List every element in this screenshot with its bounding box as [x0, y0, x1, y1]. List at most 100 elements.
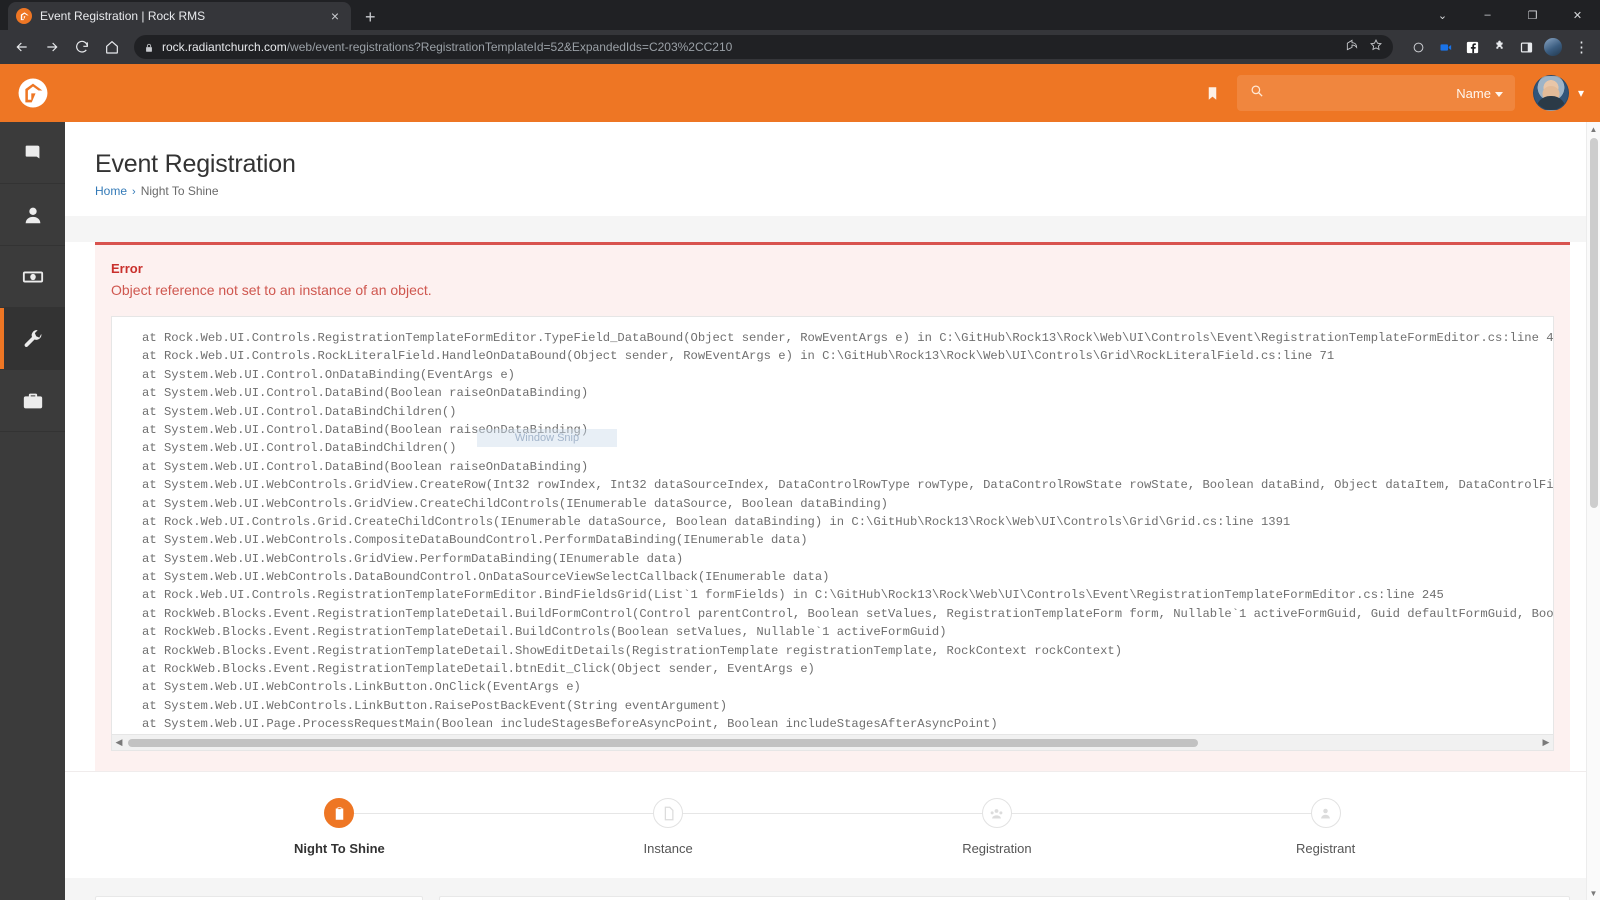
video-call-icon[interactable]	[1436, 38, 1454, 56]
window-close-button[interactable]: ✕	[1555, 0, 1600, 30]
window-maximize-button[interactable]: ❐	[1510, 0, 1555, 30]
wizard-step-label: Registrant	[1296, 841, 1356, 856]
browser-extension-icons: ⋮	[1401, 38, 1592, 56]
scrollbar-thumb[interactable]	[128, 738, 1198, 747]
wizard-step-label: Registration	[962, 841, 1032, 856]
stack-trace-line: at System.Web.UI.Control.DataBindChildre…	[142, 404, 457, 419]
wizard-step-bubble[interactable]	[1310, 798, 1341, 828]
sidebar-item-people[interactable]	[0, 184, 65, 246]
browser-tab[interactable]: Event Registration | Rock RMS ×	[8, 2, 351, 30]
stack-trace-box: at Rock.Web.UI.Controls.RegistrationTemp…	[111, 316, 1554, 751]
page-title: Event Registration	[95, 150, 296, 178]
breadcrumb-separator: ›	[132, 186, 136, 198]
url-domain: rock.radiantchurch.com	[162, 40, 287, 54]
wizard-step-night-to-shine[interactable]: Night To Shine	[175, 798, 669, 856]
global-search[interactable]: Name	[1236, 75, 1515, 111]
wizard-steps: Night To Shine Instance Registration Regist…	[65, 798, 1600, 856]
home-icon[interactable]	[98, 33, 126, 61]
browser-tabstrip: Event Registration | Rock RMS × + ⌄ – ❐ …	[0, 0, 1600, 30]
sidebar-item-finance[interactable]	[0, 246, 65, 308]
tools-icon	[24, 329, 41, 347]
stack-trace-line: at RockWeb.Blocks.Event.RegistrationTemp…	[142, 625, 947, 640]
page-scroll-up-icon[interactable]: ▲	[1587, 122, 1600, 136]
sidebar-icon[interactable]	[1517, 38, 1535, 56]
browser-menu-icon[interactable]: ⋮	[1571, 40, 1592, 55]
rock-logo-icon	[16, 8, 32, 24]
wizard-step-label: Night To Shine	[294, 841, 385, 856]
new-tab-button[interactable]: +	[365, 8, 376, 26]
close-tab-icon[interactable]: ×	[327, 9, 343, 23]
circle-icon[interactable]	[1409, 38, 1427, 56]
stack-trace-line: at System.Web.UI.WebControls.GridView.Pe…	[142, 551, 684, 566]
window-chevron-button[interactable]: ⌄	[1420, 0, 1465, 30]
search-scope-dropdown[interactable]: Name	[1456, 86, 1503, 101]
app-sidebar	[0, 64, 65, 900]
stack-trace-horizontal-scrollbar[interactable]: ◀ ▶	[112, 734, 1553, 750]
avatar[interactable]	[1532, 75, 1569, 111]
stack-trace-line: at System.Web.UI.Control.OnDataBinding(E…	[142, 367, 515, 382]
reload-icon[interactable]	[68, 33, 96, 61]
stack-trace-line: at Rock.Web.UI.Controls.RegistrationTemp…	[142, 588, 1444, 603]
wizard-step-bubble[interactable]	[653, 798, 684, 828]
rock-rms-logo[interactable]	[0, 64, 65, 122]
stack-trace-line: at System.Web.UI.WebControls.CompositeDa…	[142, 533, 808, 548]
search-input[interactable]	[1273, 85, 1447, 101]
browser-window: Event Registration | Rock RMS × + ⌄ – ❐ …	[0, 0, 1600, 900]
page-scroll-down-icon[interactable]: ▼	[1587, 886, 1600, 900]
wizard-step-registrant[interactable]: Registrant	[1161, 798, 1490, 856]
user-menu-chevron-icon[interactable]: ▾	[1578, 86, 1584, 100]
stack-trace-line: at RockWeb.Blocks.Event.RegistrationTemp…	[142, 643, 1123, 658]
bookmark-icon[interactable]	[1195, 84, 1231, 103]
forward-icon[interactable]	[38, 33, 66, 61]
wizard-step-registration[interactable]: Registration	[833, 798, 1326, 856]
address-bar[interactable]: rock.radiantchurch.com/web/event-registr…	[134, 35, 1393, 59]
extensions-puzzle-icon[interactable]	[1490, 38, 1508, 56]
file-icon	[664, 806, 674, 820]
browser-toolbar: rock.radiantchurch.com/web/event-registr…	[0, 30, 1600, 64]
breadcrumb-home[interactable]: Home	[95, 184, 127, 198]
breadcrumb-current: Night To Shine	[140, 184, 219, 198]
sidebar-item-content[interactable]	[0, 122, 65, 184]
profile-avatar-icon[interactable]	[1544, 38, 1562, 56]
wizard-step-instance[interactable]: Instance	[504, 798, 997, 856]
star-icon[interactable]	[1369, 38, 1383, 57]
window-minimize-button[interactable]: –	[1465, 0, 1510, 30]
stack-trace-line: at System.Web.UI.Control.DataBind(Boolea…	[142, 422, 589, 437]
page-header: Event Registration Home › Night To Shine	[65, 122, 1600, 216]
sidebar-item-tools[interactable]	[0, 308, 65, 370]
stack-trace-line: at System.Web.UI.WebControls.GridView.Cr…	[142, 496, 888, 511]
finance-icon	[22, 271, 43, 282]
page-scrollbar-thumb[interactable]	[1590, 138, 1598, 508]
page-viewport: Name ▾ Event Registration Home › Night To …	[0, 64, 1600, 900]
stack-trace-line: at RockWeb.Blocks.Event.RegistrationTemp…	[142, 606, 1553, 621]
scroll-left-icon[interactable]: ◀	[112, 737, 126, 748]
stack-trace-line: at System.Web.UI.Page.ProcessRequestMain…	[142, 717, 998, 732]
stack-trace-line: at System.Web.UI.WebControls.DataBoundCo…	[142, 570, 830, 585]
wizard-connector	[668, 813, 997, 814]
page-vertical-scrollbar[interactable]: ▲ ▼	[1586, 122, 1600, 900]
search-scope-label: Name	[1456, 85, 1491, 101]
group-icon	[991, 808, 1003, 818]
scrollbar-track[interactable]	[126, 735, 1539, 751]
stack-trace-line: at System.Web.UI.Control.DataBindChildre…	[142, 441, 457, 456]
back-icon[interactable]	[8, 33, 36, 61]
stack-trace-line: at Rock.Web.UI.Controls.Grid.CreateChild…	[142, 514, 1291, 529]
stack-trace-line: at System.Web.UI.WebControls.GridView.Cr…	[142, 478, 1553, 493]
app-content-column: Name ▾ Event Registration Home › Night To …	[65, 64, 1600, 900]
facebook-icon[interactable]	[1463, 38, 1481, 56]
stack-trace-line: at System.Web.UI.Control.DataBind(Boolea…	[142, 459, 589, 474]
detail-panel: Night To Shine REACH	[439, 896, 1570, 900]
share-icon[interactable]	[1345, 38, 1359, 57]
sidebar-item-admin-tools[interactable]	[0, 370, 65, 432]
bottom-panels: Templates + ⋮	[65, 878, 1600, 900]
stack-trace-line: at System.Web.UI.WebControls.LinkButton.…	[142, 698, 728, 713]
window-controls: ⌄ – ❐ ✕	[1420, 0, 1600, 30]
stack-trace-line: at System.Web.UI.WebControls.LinkButton.…	[142, 680, 581, 695]
scroll-right-icon[interactable]: ▶	[1539, 737, 1553, 748]
wizard-step-bubble[interactable]	[981, 798, 1012, 828]
wizard-step-bubble[interactable]	[324, 798, 355, 828]
error-section: Error Object reference not set to an ins…	[65, 242, 1600, 771]
clipboard-icon	[335, 806, 344, 820]
registration-wizard: Night To Shine Instance Registration Regist…	[65, 771, 1600, 878]
stack-trace-line: at RockWeb.Blocks.Event.RegistrationTemp…	[142, 662, 815, 677]
